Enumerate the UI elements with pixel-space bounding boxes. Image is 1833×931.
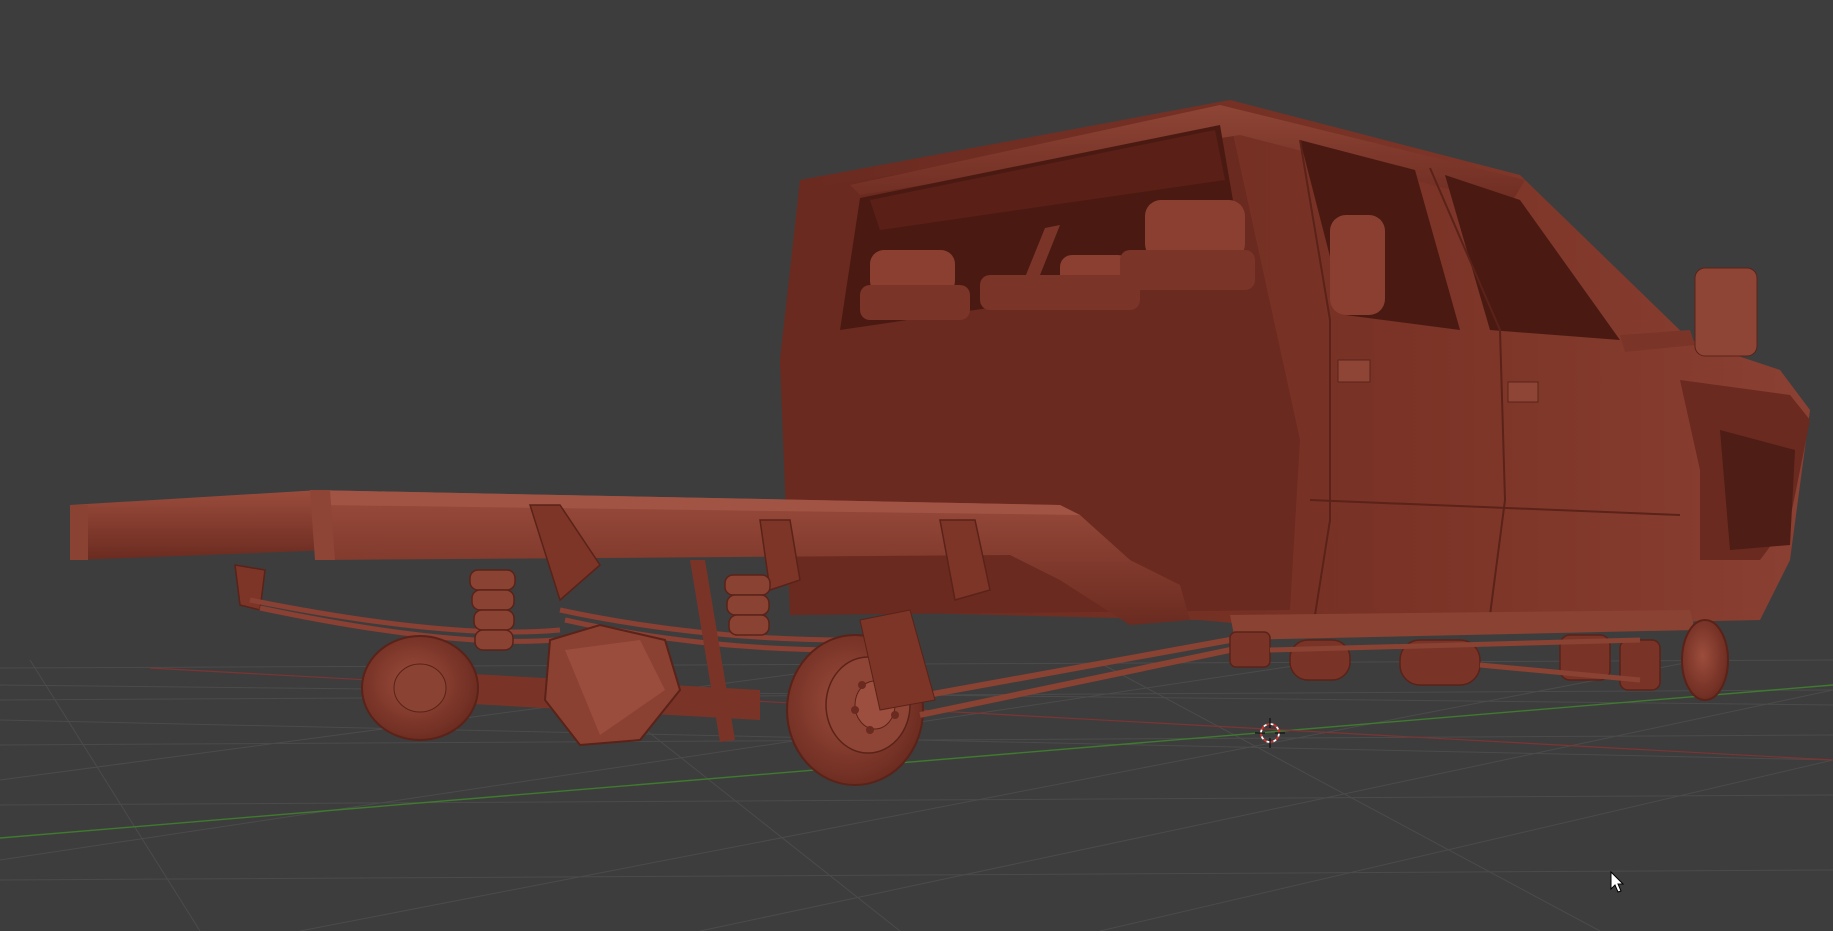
door-handle-front: [1507, 381, 1539, 403]
viewport-canvas[interactable]: [0, 0, 1833, 931]
rear-left-hub: [393, 663, 447, 713]
door-handle-rear: [1337, 359, 1371, 383]
front-right-wheel: [1681, 619, 1729, 701]
driver-seat: [1330, 215, 1385, 315]
3d-viewport[interactable]: [0, 0, 1833, 931]
front-wheel-well: [1720, 430, 1795, 550]
rear-crossmember-end: [70, 505, 88, 560]
side-mirror: [1694, 267, 1758, 357]
